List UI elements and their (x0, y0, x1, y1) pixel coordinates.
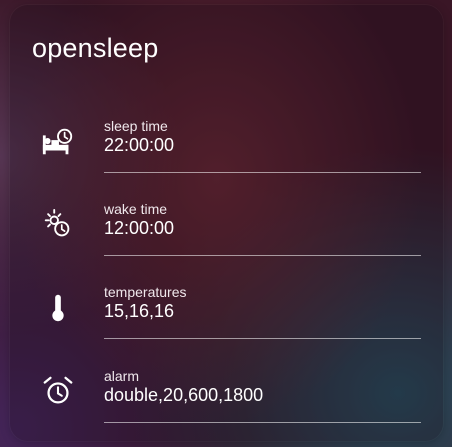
entity-state: 15,16,16 (104, 301, 175, 321)
entity-name: alarm (104, 368, 140, 384)
row-divider (104, 338, 421, 339)
entity-row-temperatures[interactable]: temperatures 15,16,16 (32, 284, 421, 344)
bed-clock-icon (40, 124, 76, 160)
entity-state: 22:00:00 (104, 135, 175, 155)
row-divider (104, 422, 421, 423)
opensleep-card: opensleep sleep time 22:00:00 wake time … (10, 5, 443, 441)
entity-row-wake-time[interactable]: wake time 12:00:00 (32, 201, 421, 261)
alarm-clock-icon (40, 374, 76, 410)
entity-state: 12:00:00 (104, 218, 175, 238)
entity-name: wake time (104, 201, 168, 217)
entity-name: temperatures (104, 284, 187, 300)
entity-name: sleep time (104, 118, 168, 134)
card-title: opensleep (32, 33, 159, 63)
thermometer-icon (40, 290, 76, 326)
row-divider (104, 172, 421, 173)
sun-clock-icon (40, 207, 76, 243)
entity-row-alarm[interactable]: alarm double,20,600,1800 (32, 368, 421, 428)
row-divider (104, 255, 421, 256)
entity-state: double,20,600,1800 (104, 385, 264, 405)
entity-row-sleep-time[interactable]: sleep time 22:00:00 (32, 118, 421, 178)
